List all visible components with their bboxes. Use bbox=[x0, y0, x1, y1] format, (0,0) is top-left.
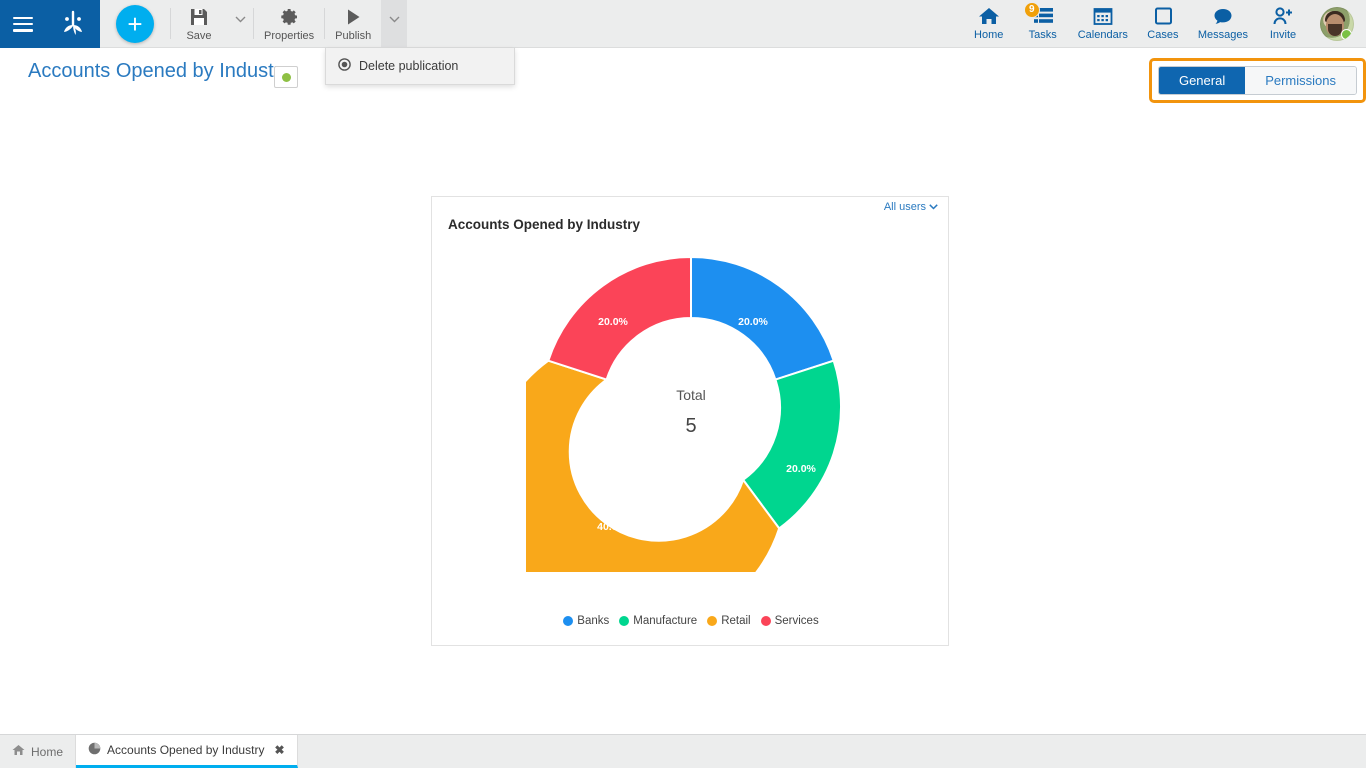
close-icon[interactable]: ✖ bbox=[274, 743, 284, 757]
bottom-taskbar: Home Accounts Opened by Industry ✖ bbox=[0, 734, 1366, 768]
tabs-highlight-box: General Permissions bbox=[1148, 58, 1366, 103]
nav-home[interactable]: Home bbox=[962, 0, 1016, 47]
legend-item-retail[interactable]: Retail bbox=[707, 615, 751, 627]
legend-label-banks: Banks bbox=[577, 615, 610, 627]
donut-center-label: Total bbox=[676, 387, 706, 403]
nav-home-label: Home bbox=[974, 28, 1004, 41]
chevron-down-icon bbox=[235, 16, 245, 23]
nav-cases-label: Cases bbox=[1147, 28, 1179, 41]
page-title: Accounts Opened by Industry bbox=[28, 60, 291, 82]
settings-tabs: General Permissions bbox=[1157, 66, 1357, 95]
cases-icon bbox=[1152, 6, 1174, 26]
nav-calendars-label: Calendars bbox=[1077, 28, 1128, 41]
nav-invite-label: Invite bbox=[1269, 28, 1297, 41]
legend-label-retail: Retail bbox=[721, 615, 751, 627]
publish-dropdown-caret[interactable] bbox=[381, 0, 408, 47]
legend-color-manufacture bbox=[619, 616, 630, 626]
legend-color-services bbox=[760, 616, 771, 626]
gear-icon bbox=[278, 6, 300, 28]
avatar-beard bbox=[1328, 23, 1342, 36]
donut-svg: 20.0% 20.0% 40.0% 20.0% bbox=[526, 255, 843, 572]
nav-calendars[interactable]: Calendars bbox=[1070, 0, 1136, 47]
top-toolbar: + Save Properties Publish Home 9 Tasks C… bbox=[0, 0, 1366, 48]
save-icon bbox=[188, 6, 210, 28]
legend-color-banks bbox=[563, 616, 574, 626]
status-dot bbox=[281, 72, 291, 82]
publish-button[interactable]: Publish bbox=[325, 0, 381, 47]
nav-messages-label: Messages bbox=[1197, 28, 1248, 41]
invite-user-icon bbox=[1271, 6, 1295, 26]
all-users-filter-label: All users bbox=[883, 201, 926, 213]
publish-dropdown-menu: Delete publication bbox=[325, 48, 515, 85]
pie-chart-icon bbox=[88, 742, 101, 758]
menu-item-delete-publication[interactable]: Delete publication bbox=[326, 52, 514, 80]
properties-button[interactable]: Properties bbox=[254, 0, 324, 47]
save-button-label: Save bbox=[186, 30, 212, 42]
toolbar-nav-group: Home 9 Tasks Calendars Cases Messages In… bbox=[962, 0, 1366, 47]
menu-item-label: Delete publication bbox=[359, 59, 459, 73]
legend-color-retail bbox=[707, 616, 718, 626]
add-button-wrapper: + bbox=[100, 0, 170, 47]
presence-status-dot bbox=[1341, 28, 1352, 40]
nav-tasks-label: Tasks bbox=[1028, 28, 1057, 41]
donut-center-value: 5 bbox=[685, 415, 697, 437]
all-users-filter[interactable]: All users bbox=[884, 201, 938, 213]
publish-button-label: Publish bbox=[335, 30, 372, 42]
tab-permissions[interactable]: Permissions bbox=[1245, 67, 1356, 94]
messages-icon bbox=[1212, 6, 1234, 26]
tasks-badge: 9 bbox=[1023, 2, 1040, 18]
legend-label-manufacture: Manufacture bbox=[633, 615, 698, 627]
chart-card: All users Accounts Opened by Industry 20… bbox=[431, 196, 949, 646]
add-button[interactable]: + bbox=[116, 4, 154, 43]
nav-tasks[interactable]: 9 Tasks bbox=[1016, 0, 1070, 47]
tab-general[interactable]: General bbox=[1158, 67, 1246, 94]
hamburger-icon[interactable] bbox=[12, 16, 33, 32]
creatio-logo-icon[interactable] bbox=[58, 9, 88, 39]
legend-item-manufacture[interactable]: Manufacture bbox=[619, 615, 697, 627]
home-icon bbox=[978, 6, 1000, 26]
legend-item-services[interactable]: Services bbox=[760, 615, 819, 627]
properties-button-label: Properties bbox=[264, 30, 315, 42]
slice-label-services: 20.0% bbox=[598, 316, 628, 328]
home-icon bbox=[12, 744, 25, 759]
delete-publication-icon bbox=[338, 58, 351, 74]
taskbar-item-dashboard[interactable]: Accounts Opened by Industry ✖ bbox=[76, 735, 298, 768]
nav-cases[interactable]: Cases bbox=[1136, 0, 1190, 47]
nav-invite[interactable]: Invite bbox=[1256, 0, 1310, 47]
slice-label-banks: 20.0% bbox=[738, 316, 768, 328]
chevron-down-icon bbox=[389, 16, 400, 23]
legend-label-services: Services bbox=[774, 615, 819, 627]
calendar-icon bbox=[1092, 6, 1114, 26]
slice-label-retail: 40.0% bbox=[597, 521, 627, 533]
nav-messages[interactable]: Messages bbox=[1190, 0, 1256, 47]
chevron-down-icon bbox=[929, 204, 938, 210]
slice-label-manufacture: 20.0% bbox=[786, 463, 816, 475]
chart-legend: Banks Manufacture Retail Services bbox=[432, 615, 950, 627]
taskbar-item-dashboard-label: Accounts Opened by Industry bbox=[107, 743, 265, 757]
save-button[interactable]: Save bbox=[171, 0, 227, 47]
taskbar-item-home-label: Home bbox=[31, 744, 64, 759]
legend-item-banks[interactable]: Banks bbox=[563, 615, 609, 627]
donut-chart: 20.0% 20.0% 40.0% 20.0% Total 5 bbox=[432, 227, 950, 587]
play-icon bbox=[342, 6, 364, 28]
toolbar-brand-area bbox=[0, 0, 100, 48]
taskbar-item-home[interactable]: Home bbox=[0, 735, 77, 768]
save-dropdown-caret[interactable] bbox=[227, 0, 253, 47]
avatar[interactable] bbox=[1320, 6, 1354, 41]
avatar-wrapper bbox=[1310, 0, 1360, 47]
publication-status-badge[interactable] bbox=[274, 66, 298, 88]
